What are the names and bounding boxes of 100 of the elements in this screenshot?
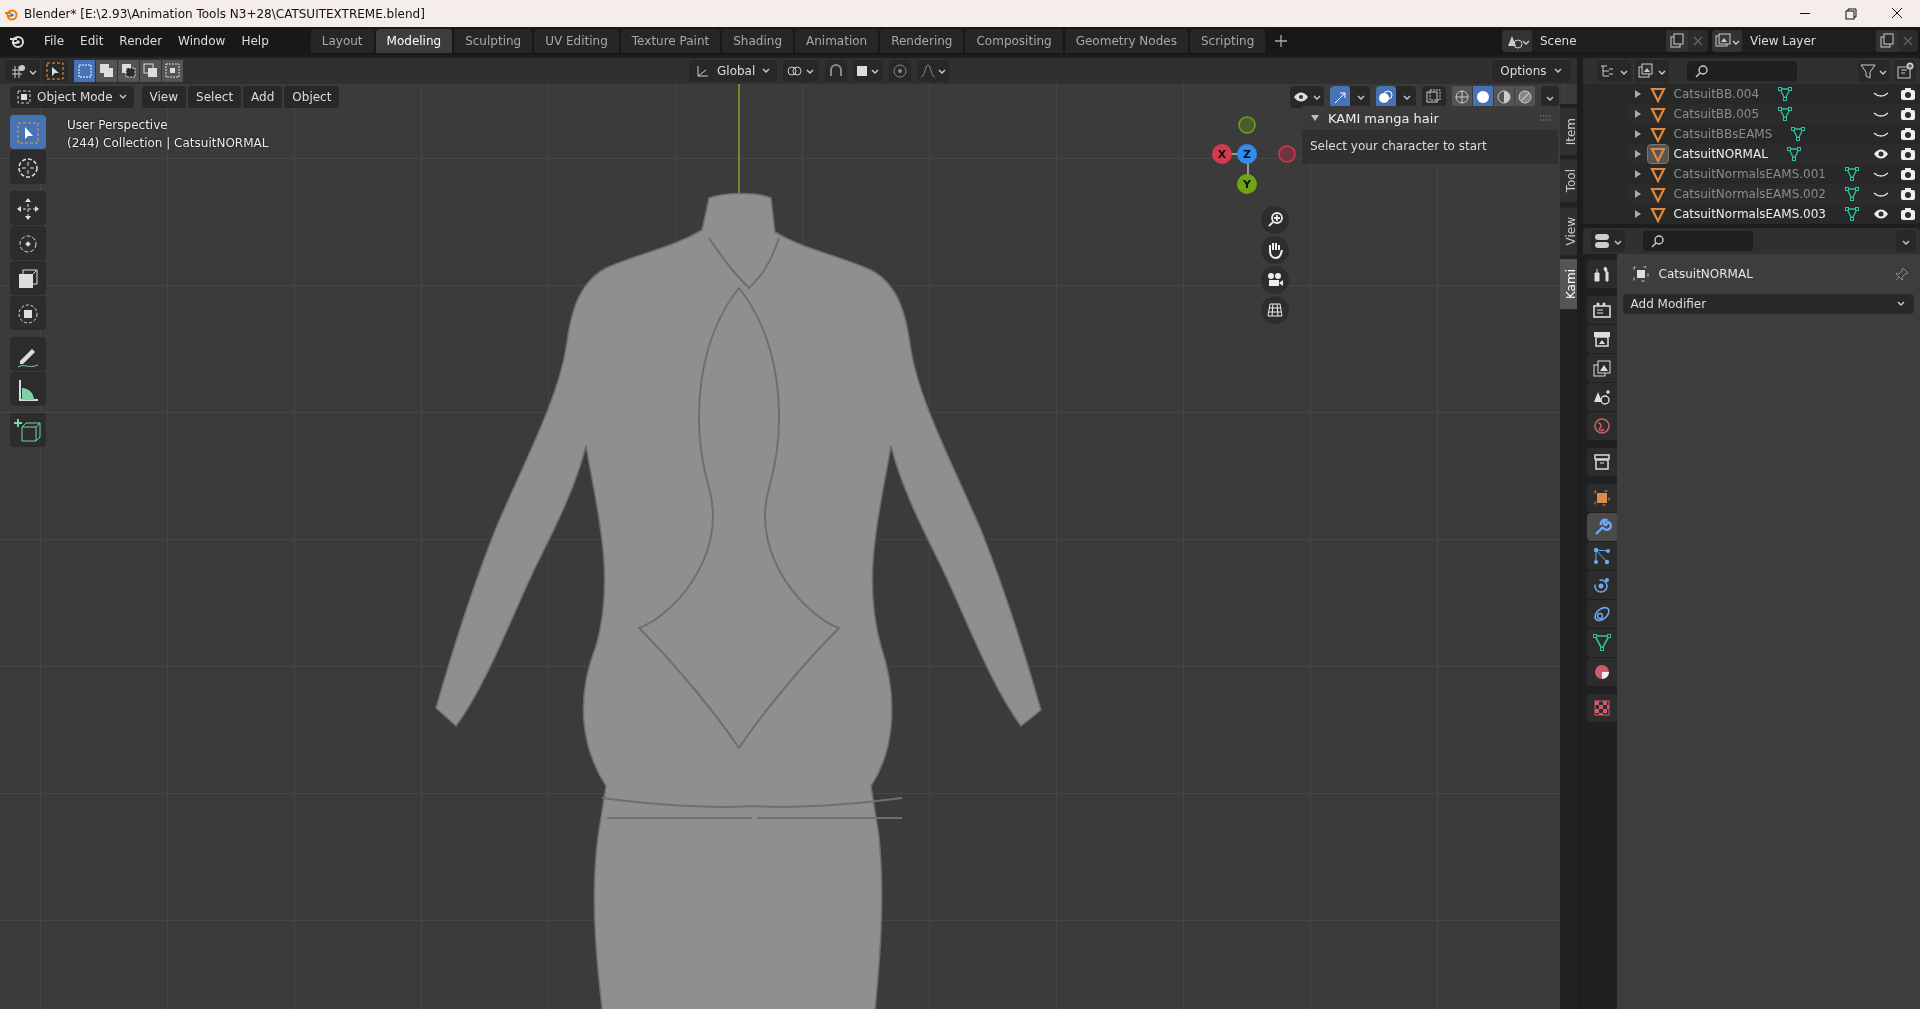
select-tool-icon[interactable] [42, 60, 68, 82]
workspace-tab[interactable]: Modeling [375, 29, 453, 53]
eye-icon[interactable] [1872, 207, 1890, 221]
workspace-tab[interactable]: Scripting [1189, 29, 1266, 53]
axis-y-ball[interactable]: Y [1237, 174, 1257, 194]
caret-icon[interactable] [1896, 230, 1916, 252]
copy-icon[interactable] [1666, 30, 1688, 52]
proportional-edit-icon[interactable] [889, 60, 912, 82]
properties-modifiers-tab-icon[interactable] [1586, 513, 1617, 541]
mesh-data-icon[interactable] [1844, 186, 1860, 202]
rotate-tool-icon[interactable] [10, 226, 46, 260]
visibility-icon[interactable] [1289, 86, 1324, 108]
snap-magnet-icon[interactable] [825, 60, 848, 82]
overlays-icon[interactable] [1375, 86, 1416, 108]
menu-item[interactable]: Add [243, 86, 283, 108]
expand-triangle-icon[interactable] [1633, 150, 1642, 158]
expand-triangle-icon[interactable] [1633, 90, 1642, 98]
search-field[interactable] [1686, 61, 1797, 81]
mesh-data-icon[interactable] [1790, 126, 1807, 142]
editor-type-icon[interactable] [6, 60, 40, 82]
menu-item[interactable]: Edit [72, 31, 112, 51]
negative-y-axis-ball[interactable] [1237, 115, 1257, 135]
properties-material-tab-icon[interactable] [1586, 658, 1617, 686]
properties-world-tab-icon[interactable] [1586, 412, 1617, 440]
falloff-curve-icon[interactable] [917, 60, 950, 82]
workspace-tab[interactable]: Geometry Nodes [1064, 29, 1188, 53]
view-layer-selector-icon[interactable] [1712, 30, 1742, 52]
workspace-tab[interactable]: Layout [310, 29, 374, 53]
camera-icon[interactable] [1900, 107, 1916, 121]
options-dropdown[interactable]: Options [1492, 60, 1571, 82]
mesh-data-icon[interactable] [1844, 206, 1860, 222]
expand-triangle-icon[interactable] [1633, 210, 1642, 218]
filter-icon[interactable] [1858, 60, 1890, 82]
outliner-item[interactable]: CatsuitNormalsEAMS.001 [1673, 167, 1826, 181]
blender-logo-icon[interactable] [8, 33, 26, 49]
view-layer-name-field[interactable]: View Layer [1742, 30, 1876, 52]
mesh-data-icon[interactable] [1785, 146, 1802, 162]
sidebar-tab[interactable]: Item [1560, 108, 1577, 156]
expand-triangle-icon[interactable] [1633, 110, 1642, 118]
menu-item[interactable]: Object [284, 86, 340, 108]
sidebar-tab[interactable]: Tool [1560, 159, 1577, 203]
camera-icon[interactable] [1900, 147, 1916, 161]
zoom-icon[interactable] [1261, 206, 1289, 234]
properties-editor-icon[interactable] [1590, 230, 1625, 252]
menu-item[interactable]: Help [233, 31, 277, 51]
cursor-tool-icon[interactable] [10, 150, 46, 184]
copy-icon[interactable] [1876, 30, 1898, 52]
outliner-item[interactable]: CatsuitBB.004 [1673, 87, 1760, 101]
new-collection-icon[interactable] [1894, 60, 1916, 82]
shading-material-icon[interactable] [1493, 86, 1514, 108]
workspace-tab[interactable]: Animation [795, 29, 879, 53]
workspace-tab[interactable]: UV Editing [534, 29, 619, 53]
shading-solid-icon[interactable] [1472, 86, 1493, 108]
properties-particles-tab-icon[interactable] [1586, 542, 1617, 570]
mesh-data-icon[interactable] [1777, 86, 1794, 102]
scale-tool-icon[interactable] [10, 261, 46, 295]
outliner-item[interactable]: CatsuitNormalsEAMS.003 [1673, 207, 1826, 221]
scene-name-field[interactable]: Scene [1532, 30, 1666, 52]
grid-icon[interactable] [1261, 296, 1289, 324]
add-modifier-dropdown[interactable]: Add Modifier [1622, 294, 1914, 314]
expand-triangle-icon[interactable] [1633, 170, 1642, 178]
orientation-dropdown[interactable]: Global [689, 60, 778, 82]
add-cube-tool-icon[interactable] [10, 413, 46, 447]
annotate-tool-icon[interactable] [10, 337, 46, 371]
sidebar-tab[interactable]: View [1560, 206, 1577, 256]
camera-icon[interactable] [1900, 87, 1916, 101]
camera-icon[interactable] [1900, 127, 1916, 141]
expand-triangle-icon[interactable] [1633, 190, 1642, 198]
properties-collection-tab-icon[interactable] [1586, 448, 1617, 476]
outliner-item[interactable]: CatsuitNormalsEAMS.002 [1673, 187, 1826, 201]
outliner-display-icon[interactable] [1596, 60, 1631, 82]
scene-selector-icon[interactable] [1502, 30, 1532, 52]
transform-tool-icon[interactable] [10, 296, 46, 330]
hand-icon[interactable] [1261, 236, 1289, 264]
select-mode-icon[interactable] [162, 60, 183, 82]
axis-x-ball[interactable]: X [1212, 144, 1232, 164]
menu-item[interactable]: Window [170, 31, 234, 51]
camera-icon[interactable] [1261, 266, 1289, 294]
select-mode-icon[interactable] [140, 60, 161, 82]
select-mode-icon[interactable] [118, 60, 139, 82]
workspace-tab[interactable]: Sculpting [454, 29, 533, 53]
caret-icon[interactable] [1540, 86, 1559, 108]
expand-triangle-icon[interactable] [1633, 130, 1642, 138]
shading-rendered-icon[interactable] [1514, 86, 1535, 108]
menu-item[interactable]: View [141, 86, 187, 108]
measure-tool-icon[interactable] [10, 372, 46, 406]
menu-item[interactable]: Select [188, 86, 242, 108]
properties-output-tab-icon[interactable] [1586, 325, 1617, 353]
snap-increment-icon[interactable] [853, 60, 884, 82]
camera-icon[interactable] [1900, 187, 1916, 201]
shading-wireframe-icon[interactable] [1451, 86, 1472, 108]
mesh-object-icon[interactable] [1647, 145, 1668, 163]
pivot-icon[interactable] [783, 60, 820, 82]
sidebar-tab[interactable]: Kami [1560, 259, 1577, 310]
xray-icon[interactable] [1421, 86, 1446, 108]
outliner-item[interactable]: CatsuitNORMAL [1673, 147, 1768, 161]
properties-texture-tab-icon[interactable] [1586, 694, 1617, 722]
gizmo-toggle-icon[interactable] [1329, 86, 1370, 108]
properties-constraints-tab-icon[interactable] [1586, 600, 1617, 628]
menu-item[interactable]: Render [111, 31, 171, 51]
